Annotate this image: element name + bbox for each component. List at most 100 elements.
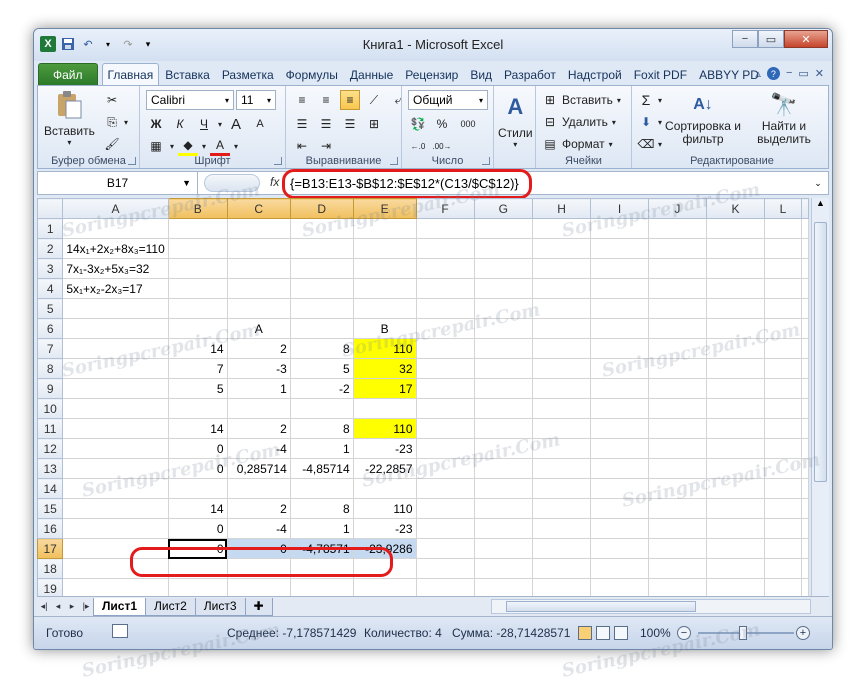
- cell-k4[interactable]: [705, 278, 766, 299]
- cell-d14[interactable]: [289, 478, 354, 499]
- cell-l7[interactable]: [764, 338, 802, 359]
- cell-l19[interactable]: [764, 578, 802, 596]
- cell-k5[interactable]: [705, 298, 766, 319]
- cell-b6[interactable]: [167, 318, 228, 339]
- cell-b17[interactable]: 0: [167, 538, 228, 559]
- cell-g13[interactable]: [473, 458, 533, 479]
- cell-g17[interactable]: [473, 538, 533, 559]
- cell-j7[interactable]: [647, 338, 707, 359]
- cell-f4[interactable]: [415, 278, 475, 299]
- percent-button[interactable]: %: [432, 114, 452, 134]
- cell-h18[interactable]: [531, 558, 592, 579]
- cell-a17[interactable]: [62, 538, 169, 559]
- cell-h4[interactable]: [531, 278, 592, 299]
- tab-file[interactable]: Файл: [38, 63, 98, 85]
- cell-l1[interactable]: [764, 218, 802, 239]
- fill-button[interactable]: ⬇ ▾: [638, 114, 662, 130]
- name-box-dropdown-icon[interactable]: ▼: [182, 178, 191, 188]
- help-icon[interactable]: ?: [766, 67, 780, 80]
- cell-j2[interactable]: [647, 238, 707, 259]
- cell-c19[interactable]: [226, 578, 291, 596]
- cell-h8[interactable]: [531, 358, 592, 379]
- cell-k1[interactable]: [705, 218, 766, 239]
- cell-j9[interactable]: [647, 378, 707, 399]
- scroll-up-icon[interactable]: ▲: [812, 198, 829, 208]
- cell-i8[interactable]: [590, 358, 649, 379]
- cell-a4[interactable]: 5x₁+x₂-2x₃=17: [62, 278, 169, 299]
- row-header[interactable]: 12: [37, 438, 64, 459]
- cell-l10[interactable]: [764, 398, 802, 419]
- cell-a18[interactable]: [62, 558, 169, 579]
- cell-d10[interactable]: [289, 398, 354, 419]
- column-header-g[interactable]: G: [473, 198, 533, 219]
- cell-j18[interactable]: [647, 558, 707, 579]
- cell-d17[interactable]: -4,78571: [289, 538, 354, 559]
- minimize-button[interactable]: −: [732, 30, 758, 48]
- row-header[interactable]: 3: [37, 258, 64, 279]
- cell-k10[interactable]: [705, 398, 766, 419]
- cell-e12[interactable]: -23: [352, 438, 417, 459]
- cell-i11[interactable]: [590, 418, 649, 439]
- cell-i15[interactable]: [590, 498, 649, 519]
- page-break-view-icon[interactable]: [614, 626, 628, 640]
- cell-d19[interactable]: [289, 578, 354, 596]
- cell-c13[interactable]: 0,285714: [226, 458, 291, 479]
- cell-l17[interactable]: [764, 538, 802, 559]
- cell-b9[interactable]: 5: [167, 378, 228, 399]
- borders-icon[interactable]: ▦: [146, 136, 166, 156]
- cell-b4[interactable]: [167, 278, 228, 299]
- cell-g5[interactable]: [473, 298, 533, 319]
- cell-j4[interactable]: [647, 278, 707, 299]
- cell-k12[interactable]: [705, 438, 766, 459]
- cell-k14[interactable]: [705, 478, 766, 499]
- cell-f14[interactable]: [415, 478, 475, 499]
- cell-j17[interactable]: [647, 538, 707, 559]
- cell-b15[interactable]: 14: [167, 498, 228, 519]
- cell-h1[interactable]: [531, 218, 592, 239]
- cell-f2[interactable]: [415, 238, 475, 259]
- zoom-out-button[interactable]: −: [677, 626, 691, 640]
- italic-button[interactable]: К: [170, 114, 190, 134]
- cell-c12[interactable]: -4: [226, 438, 291, 459]
- cell-f13[interactable]: [415, 458, 475, 479]
- paste-button[interactable]: Вставить ▾: [44, 90, 95, 147]
- cell-a13[interactable]: [62, 458, 169, 479]
- cell-b5[interactable]: [167, 298, 228, 319]
- insert-cells-button[interactable]: ⊞ Вставить ▾: [542, 92, 621, 108]
- find-select-button[interactable]: 🔭 Найти и выделить: [746, 90, 822, 146]
- cell-c14[interactable]: [226, 478, 291, 499]
- insert-sheet-button[interactable]: ✚: [244, 597, 273, 616]
- cell-i5[interactable]: [590, 298, 649, 319]
- font-name-select[interactable]: Calibri ▾: [146, 90, 234, 110]
- cell-l3[interactable]: [764, 258, 802, 279]
- cell-l12[interactable]: [764, 438, 802, 459]
- cell-g10[interactable]: [473, 398, 533, 419]
- alignment-dialog-launcher-icon[interactable]: [390, 157, 398, 165]
- tab-data[interactable]: Данные: [344, 63, 399, 85]
- row-header[interactable]: 13: [37, 458, 64, 479]
- cell-h7[interactable]: [531, 338, 592, 359]
- cell-b2[interactable]: [167, 238, 228, 259]
- font-size-select[interactable]: 11 ▾: [236, 90, 276, 110]
- column-header-e[interactable]: E: [352, 198, 417, 219]
- cell-h14[interactable]: [531, 478, 592, 499]
- orientation-icon[interactable]: ⟋: [364, 90, 384, 110]
- fill-color-icon[interactable]: ◆: [178, 136, 199, 156]
- cell-a15[interactable]: [62, 498, 169, 519]
- cell-c5[interactable]: [226, 298, 291, 319]
- cell-f19[interactable]: [415, 578, 475, 596]
- prev-sheet-icon[interactable]: ◂: [51, 601, 65, 612]
- cut-button[interactable]: ✂: [104, 92, 120, 108]
- row-header[interactable]: 9: [37, 378, 64, 399]
- cell-e2[interactable]: [352, 238, 417, 259]
- cell-k19[interactable]: [705, 578, 766, 596]
- cell-h5[interactable]: [531, 298, 592, 319]
- decrease-font-icon[interactable]: A: [250, 114, 270, 134]
- cell-k6[interactable]: [705, 318, 766, 339]
- format-cells-button[interactable]: ▤ Формат ▾: [542, 136, 612, 152]
- cell-k17[interactable]: [705, 538, 766, 559]
- cell-c15[interactable]: 2: [226, 498, 291, 519]
- cell-h6[interactable]: [531, 318, 592, 339]
- cell-l6[interactable]: [764, 318, 802, 339]
- align-top-icon[interactable]: ≡: [292, 90, 312, 110]
